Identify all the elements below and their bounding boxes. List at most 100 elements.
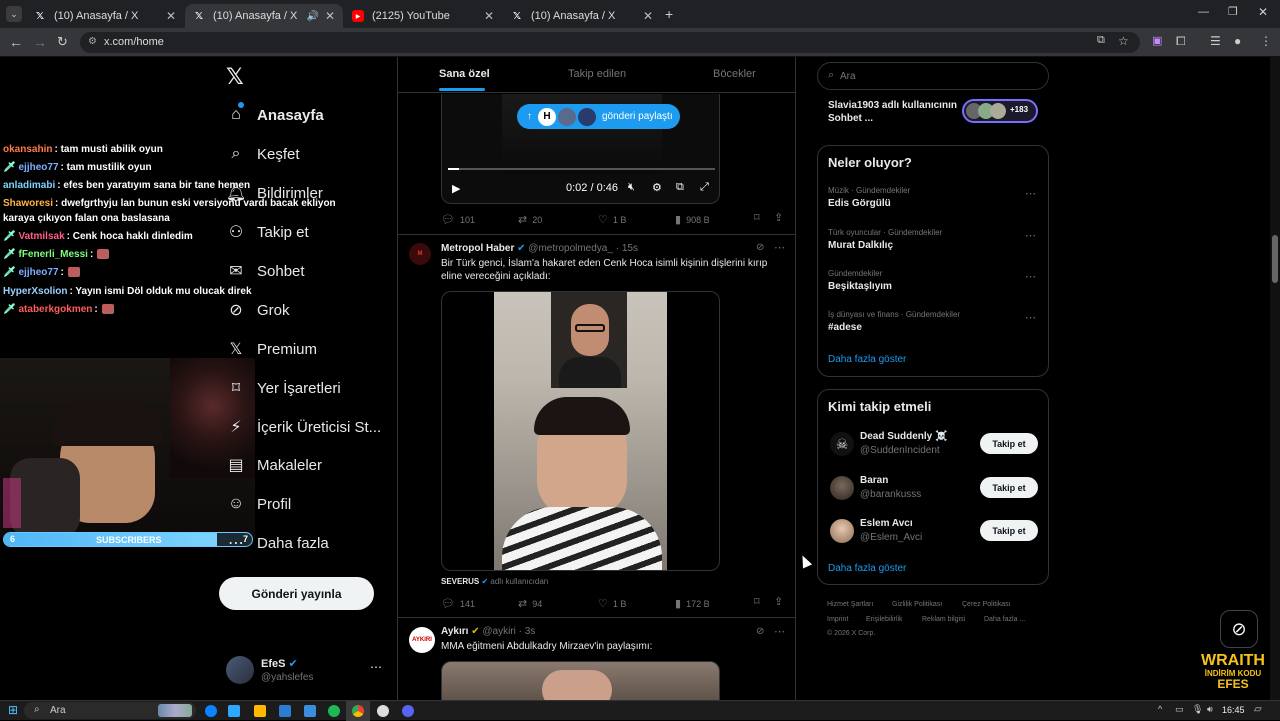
trend-item[interactable]: İş dünyası ve finans · Gündemdekiler #ad… bbox=[818, 308, 1048, 346]
footer-link[interactable]: Hizmet Şartları bbox=[827, 601, 873, 608]
back-icon[interactable]: ← bbox=[9, 34, 23, 50]
sidebar-item-home[interactable]: ⌂ Anasayfa bbox=[226, 100, 324, 130]
close-icon[interactable]: ✕ bbox=[166, 9, 176, 23]
sidebar-item-notifications[interactable]: 🔔︎ Bildirimler bbox=[226, 178, 323, 208]
site-info-icon[interactable]: ⚙ bbox=[88, 36, 97, 47]
sidebar-item-explore[interactable]: ⌕ Keşfet bbox=[226, 139, 300, 169]
spotify-icon[interactable] bbox=[328, 705, 340, 717]
footer-link[interactable]: Daha fazla ... bbox=[984, 616, 1025, 623]
view-count[interactable]: ▮ 908 B bbox=[675, 213, 710, 226]
sidebar-item-creator-studio[interactable]: ⚡ İçerik Üreticisi St... bbox=[226, 412, 381, 442]
outlook-icon[interactable] bbox=[279, 705, 291, 717]
discord-icon[interactable] bbox=[402, 705, 414, 717]
view-count[interactable]: ▮ 172 B bbox=[675, 597, 710, 610]
more-icon[interactable]: ⋯ bbox=[1025, 270, 1036, 283]
bookmark-star-icon[interactable]: ☆ bbox=[1118, 34, 1129, 48]
video-progress-track[interactable] bbox=[448, 168, 715, 170]
taskbar-search[interactable]: ⌕ Ara bbox=[24, 702, 196, 719]
footer-link[interactable]: Imprint bbox=[827, 616, 848, 623]
speaker-icon[interactable]: 🔊 bbox=[307, 11, 319, 22]
repost-count[interactable]: ⇄ 20 bbox=[518, 213, 542, 226]
tab-for-you[interactable]: Sana özel bbox=[439, 68, 490, 80]
obs-icon[interactable] bbox=[377, 705, 389, 717]
more-icon[interactable]: ⋯ bbox=[1025, 229, 1036, 242]
window-close-icon[interactable]: ✕ bbox=[1258, 5, 1268, 19]
search-input[interactable]: ⌕ Ara bbox=[817, 62, 1049, 90]
forward-icon[interactable]: → bbox=[33, 34, 47, 50]
fullscreen-icon[interactable]: ⤢ bbox=[700, 181, 709, 194]
share-icon[interactable]: ⇪ bbox=[774, 595, 783, 608]
copilot-icon[interactable] bbox=[228, 705, 240, 717]
store-icon[interactable] bbox=[304, 705, 316, 717]
trend-item[interactable]: Müzik · Gündemdekiler Edis Görgülü ⋯ bbox=[818, 184, 1048, 222]
like-count[interactable]: ♡ 1 B bbox=[598, 597, 626, 610]
reply-count[interactable]: 💬︎ 101 bbox=[441, 213, 475, 226]
post-button[interactable]: Gönderi yayınla bbox=[219, 577, 374, 610]
bookmark-icon[interactable]: ⌑ bbox=[754, 211, 760, 224]
start-icon[interactable]: ⊞ bbox=[8, 703, 18, 717]
grok-floating-button[interactable]: ⊘ bbox=[1220, 610, 1258, 648]
sidebar-item-premium[interactable]: 𝕏 Premium bbox=[226, 334, 317, 364]
tab-4[interactable]: 𝕏 (10) Anasayfa / X ✕ bbox=[503, 4, 661, 28]
account-menu-icon[interactable]: ⋯ bbox=[370, 660, 382, 674]
follow-suggestion[interactable]: Baran @barankusss Takip et bbox=[818, 472, 1048, 508]
tab-list-icon[interactable]: ⌄ bbox=[6, 6, 22, 22]
follow-button[interactable]: Takip et bbox=[980, 520, 1038, 541]
space-title[interactable]: Slavia1903 adlı kullanıcının Sohbet ... bbox=[828, 99, 958, 125]
mute-icon[interactable]: 🔇︎ bbox=[628, 181, 635, 194]
author-name[interactable]: Metropol Haber bbox=[441, 243, 514, 254]
volume-icon[interactable]: 🔊︎ bbox=[1207, 704, 1213, 715]
more-icon[interactable]: ⋯ bbox=[1025, 187, 1036, 200]
media-icon[interactable]: ☰ bbox=[1210, 34, 1221, 48]
tab-following[interactable]: Takip edilen bbox=[568, 68, 626, 80]
url-field[interactable]: ⚙ x.com/home bbox=[80, 32, 1140, 53]
profile-avatar-icon[interactable]: ● bbox=[1234, 34, 1241, 48]
footer-link[interactable]: Çerez Politikası bbox=[962, 601, 1011, 608]
extension-icon[interactable]: ▣ bbox=[1152, 34, 1162, 47]
new-posts-pill[interactable]: ↑ H gönderi paylaştı bbox=[517, 104, 680, 129]
tab-2[interactable]: 𝕏 (10) Anasayfa / X 🔊 ✕ bbox=[185, 4, 343, 28]
network-icon[interactable]: ▭ bbox=[1175, 704, 1184, 715]
author-name[interactable]: Aykırı bbox=[441, 626, 468, 637]
sidebar-item-more[interactable]: ⋯ Daha fazla bbox=[226, 528, 329, 558]
scrollbar-thumb[interactable] bbox=[1272, 235, 1278, 283]
chrome-icon[interactable] bbox=[352, 705, 364, 717]
avatar[interactable]: AYKIRI bbox=[409, 627, 435, 653]
new-tab-icon[interactable]: + bbox=[665, 6, 673, 22]
settings-icon[interactable]: ⚙ bbox=[652, 181, 662, 194]
footer-link[interactable]: Reklam bilgisi bbox=[922, 616, 965, 623]
sidebar-item-bookmarks[interactable]: ⌑ Yer İşaretleri bbox=[226, 373, 341, 403]
follow-button[interactable]: Takip et bbox=[980, 477, 1038, 498]
avatar[interactable] bbox=[226, 656, 254, 684]
sidebar-item-follow[interactable]: ⚇ Takip et bbox=[226, 217, 309, 247]
more-icon[interactable]: ⋯ bbox=[774, 241, 785, 254]
more-icon[interactable]: ⋯ bbox=[774, 625, 785, 638]
microphone-icon[interactable]: 🎙︎ bbox=[1192, 704, 1203, 715]
tab-bocekler[interactable]: Böcekler bbox=[713, 68, 756, 80]
space-listeners[interactable]: +183 bbox=[962, 99, 1038, 123]
grok-icon[interactable]: ⊘ bbox=[756, 242, 764, 253]
minimize-icon[interactable]: — bbox=[1198, 6, 1209, 18]
play-icon[interactable]: ▶ bbox=[452, 182, 460, 195]
show-more-link[interactable]: Daha fazla göster bbox=[828, 563, 906, 574]
extensions-puzzle-icon[interactable]: ⧠ bbox=[1176, 34, 1186, 49]
video-player[interactable]: ↑ H gönderi paylaştı ▶ 0:02 / 0:46 🔇︎ ⚙ … bbox=[441, 94, 720, 204]
show-more-link[interactable]: Daha fazla göster bbox=[828, 354, 906, 365]
bookmark-icon[interactable]: ⌑ bbox=[754, 595, 760, 608]
footer-link[interactable]: Erişilebilirlik bbox=[866, 616, 903, 623]
follow-button[interactable]: Takip et bbox=[980, 433, 1038, 454]
pip-icon[interactable]: ⧉ bbox=[676, 181, 684, 194]
post-media[interactable] bbox=[441, 291, 720, 571]
like-count[interactable]: ♡ 1 B bbox=[598, 213, 626, 226]
more-icon[interactable]: ⋯ bbox=[1025, 311, 1036, 324]
sidebar-item-chat[interactable]: ✉ Sohbet bbox=[226, 256, 304, 286]
grok-icon[interactable]: ⊘ bbox=[756, 626, 764, 637]
repost-count[interactable]: ⇄ 94 bbox=[518, 597, 542, 610]
install-icon[interactable]: ⧉ bbox=[1097, 34, 1105, 47]
menu-icon[interactable]: ⋮ bbox=[1260, 34, 1272, 48]
trend-item[interactable]: Türk oyuncular · Gündemdekiler Murat Dal… bbox=[818, 226, 1048, 264]
close-icon[interactable]: ✕ bbox=[643, 9, 653, 23]
sidebar-item-articles[interactable]: ▤ Makaleler bbox=[226, 450, 322, 480]
post-media[interactable] bbox=[441, 661, 720, 700]
restore-icon[interactable]: ❐ bbox=[1228, 5, 1238, 18]
